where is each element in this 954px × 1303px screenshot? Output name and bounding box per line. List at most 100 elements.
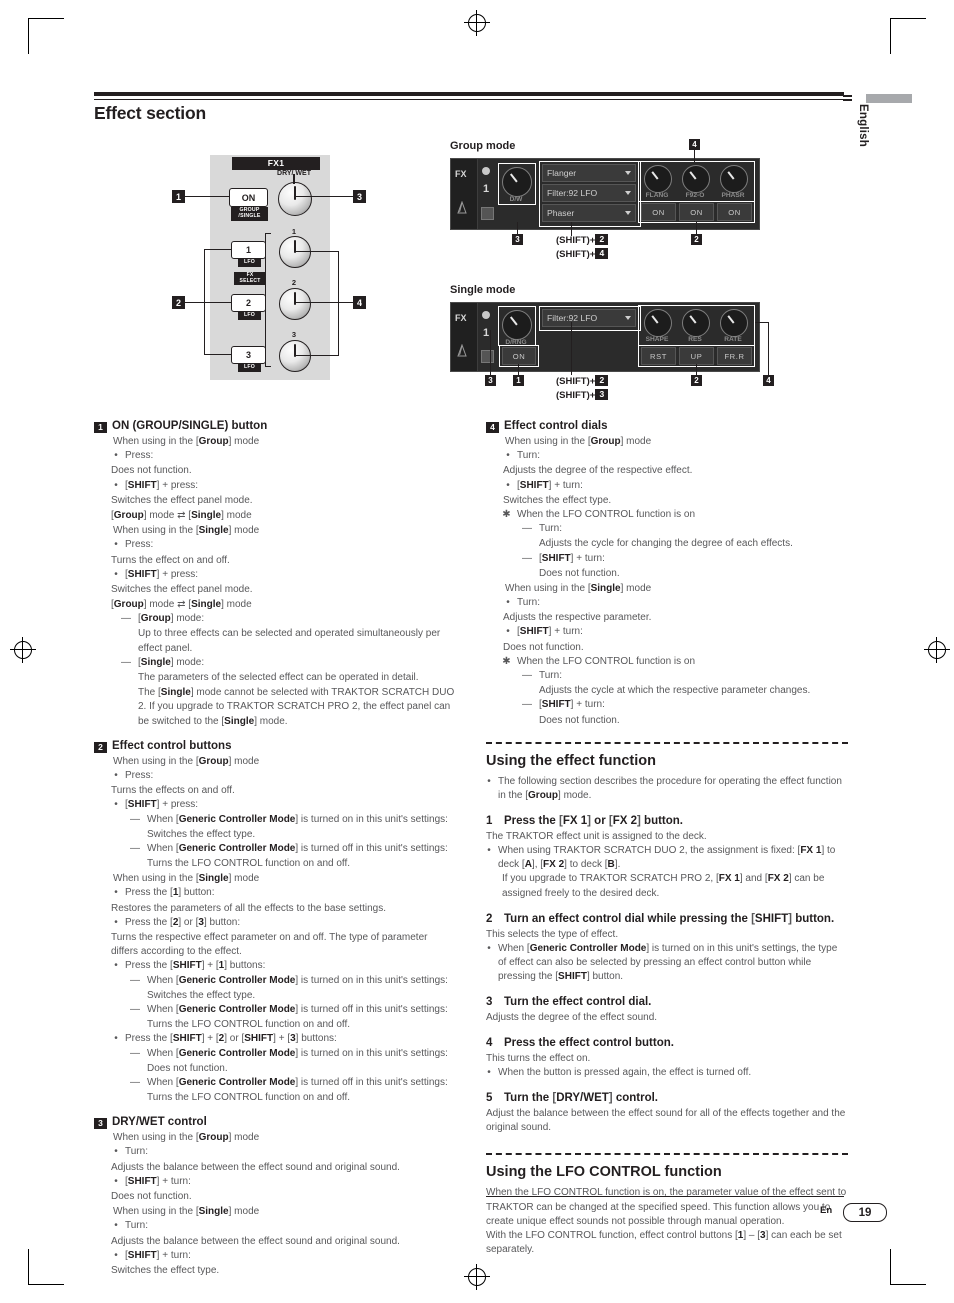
item4-ast2: When the LFO CONTROL function is on (517, 655, 696, 667)
item1-b1-sub: Does not function. (111, 465, 192, 477)
using-effect-bullet: The following section describes the proc… (498, 775, 842, 801)
sub-list-item: — When [Generic Controller Mode] is turne… (130, 1003, 456, 1017)
item2-b2-d1: When [Generic Controller Mode] is turned… (147, 813, 448, 825)
list-item: • When [Generic Controller Mode] is turne… (486, 942, 848, 985)
hw-effect-button-3[interactable]: 3 (231, 346, 266, 364)
group-highlight-buttons (638, 201, 755, 223)
item4-ast1-d2: [SHIFT] + turn: (539, 552, 605, 564)
sub-list-item: — When [Generic Controller Mode] is turne… (130, 842, 456, 856)
item4-b1: Turn: (517, 450, 540, 462)
single-save-icon[interactable] (481, 350, 494, 363)
language-mark (843, 95, 852, 97)
group-leader-2 (696, 222, 697, 235)
hw-on-button[interactable]: ON (229, 188, 268, 207)
step-2-heading: 2 Turn an effect control dial while pres… (486, 912, 848, 927)
sub-list-item: — Turn: (522, 669, 848, 683)
single-leader-2 (696, 364, 697, 376)
hw-effect-dial-1[interactable] (279, 236, 311, 268)
step-2-number: 2 (486, 912, 493, 925)
section-divider (486, 741, 848, 744)
item1-d1: [Group] mode: (138, 613, 205, 625)
language-tab: English (857, 104, 869, 147)
group-leader-3 (517, 222, 518, 235)
single-shift-note-2: (SHIFT)+ 3 (556, 389, 609, 401)
metronome-icon (457, 201, 467, 214)
item3-b1: Turn: (125, 1146, 148, 1158)
hw-leader-2 (185, 302, 231, 303)
group-mode-title: Group mode (450, 140, 516, 152)
item1-b3: Press: (125, 539, 154, 551)
item2-b5: Press the [SHIFT] + [1] buttons: (125, 960, 266, 972)
item1-b2-sub1: Switches the effect panel mode. (111, 494, 253, 506)
language-mark (843, 99, 852, 101)
hw-effect-button-2[interactable]: 2 (231, 294, 266, 312)
group-callout-2: 2 (691, 234, 702, 245)
footer-page-number: 19 (843, 1203, 887, 1222)
single-highlight-dw (498, 306, 536, 346)
note-item: ✱ When the LFO CONTROL function is on (502, 508, 848, 522)
item2-b4-sub: Turns the respective effect parameter on… (111, 932, 428, 958)
footer-rule (486, 1196, 844, 1197)
group-shift-note-1-text: (SHIFT)+ (556, 235, 596, 246)
item1-d2-sub2: The [Single] mode cannot be selected wit… (138, 687, 455, 727)
hw-effect-dial-3[interactable] (279, 340, 311, 372)
step-4-bullet1: When the button is pressed again, the ef… (498, 1067, 752, 1079)
sub-list-item: — [SHIFT] + turn: (522, 698, 848, 712)
page-title: Effect section (94, 103, 206, 123)
item4-b1-sub: Adjusts the degree of the respective eff… (503, 465, 693, 477)
hw-dial-3-number: 3 (291, 330, 297, 339)
single-leader-3 (490, 330, 491, 376)
item1-single-head: When using in the [Single] mode (113, 525, 260, 537)
group-shift-note-2-text: (SHIFT)+ (556, 249, 596, 260)
step-1-bullet1: When using TRAKTOR SCRATCH DUO 2, the as… (498, 845, 836, 871)
item1-b1: Press: (125, 450, 154, 462)
registration-mark (464, 1264, 490, 1290)
hw-effect-dial-2[interactable] (279, 288, 311, 320)
step-3-title: Turn the effect control dial. (504, 996, 652, 1009)
step-4-heading: 4 Press the effect control button. (486, 1036, 848, 1051)
item2-b2-d2: When [Generic Controller Mode] is turned… (147, 842, 448, 854)
item2-b6: Press the [SHIFT] + [2] or [SHIFT] + [3]… (125, 1033, 337, 1045)
list-item: • Turn: (505, 449, 848, 463)
list-item: • Press: (113, 769, 456, 783)
group-deck-number: 1 (483, 183, 490, 195)
hw-dry-wet-knob[interactable] (278, 182, 312, 216)
sub-list-item: — When [Generic Controller Mode] is turne… (130, 1047, 456, 1061)
item4-single-head: When using in the [Single] mode (505, 582, 652, 594)
step-5-heading: 5 Turn the [DRY/WET] control. (486, 1091, 848, 1106)
group-highlight-knobs (638, 161, 755, 202)
item3-title: DRY/WET control (112, 1116, 207, 1129)
item2-b2-d2-sub: Turns the LFO CONTROL function on and of… (147, 858, 351, 870)
item2-b5-d1: When [Generic Controller Mode] is turned… (147, 974, 448, 986)
group-status-led (482, 167, 490, 175)
list-item: • Turn: (113, 1219, 456, 1233)
item4-number: 4 (486, 422, 499, 433)
group-highlight-dropdowns (539, 161, 641, 227)
group-save-icon[interactable] (481, 207, 494, 220)
item4-ast2-d2: [SHIFT] + turn: (539, 699, 605, 711)
hw-fx-select-tag: FX SELECT (234, 272, 266, 286)
hw-fx-select-text: FX SELECT (239, 272, 261, 284)
group-callout-4: 4 (689, 139, 700, 150)
step-2-body: This selects the type of effect. (486, 928, 619, 940)
item3-group-head: When using in the [Group] mode (113, 1132, 260, 1144)
header-rule-thin (94, 99, 844, 100)
single-callout-2: 2 (691, 375, 702, 386)
sub-list-item: — [Group] mode: (121, 612, 456, 626)
item2-title: Effect control buttons (112, 739, 232, 752)
hw-lfo-tag-3: LFO (238, 364, 261, 372)
step-2-title: Turn an effect control dial while pressi… (504, 912, 835, 925)
hw-effect-button-1[interactable]: 1 (231, 241, 266, 259)
list-item: • [SHIFT] + press: (113, 798, 456, 812)
footer-language: En (820, 1205, 833, 1216)
hw-leader-2 (204, 249, 205, 355)
item2-b1: Press: (125, 769, 154, 781)
registration-mark (464, 10, 490, 36)
item4-ast1-d1: Turn: (539, 523, 562, 535)
item3-number: 3 (94, 1118, 107, 1130)
hw-leader-4 (294, 302, 353, 303)
item2-b2: [SHIFT] + press: (125, 799, 199, 811)
header-rule (94, 92, 844, 96)
hw-leader-3 (294, 196, 353, 197)
item3-b2: [SHIFT] + turn: (125, 1175, 191, 1187)
